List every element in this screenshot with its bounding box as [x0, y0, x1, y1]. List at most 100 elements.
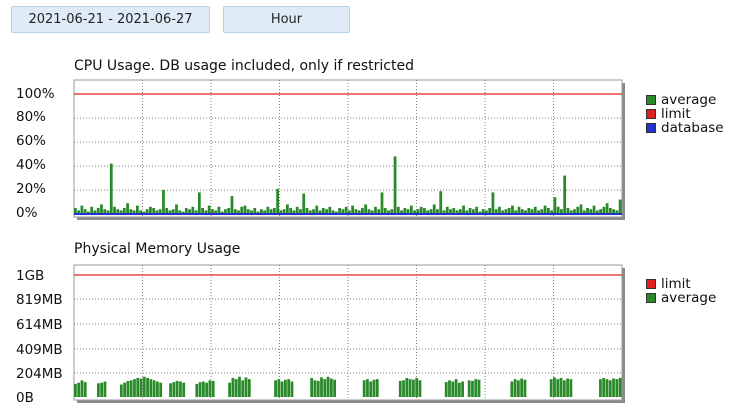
average-bar [182, 382, 186, 397]
memory-tick-label: 0B [16, 390, 34, 406]
legend-label: average [661, 290, 717, 306]
average-bar [448, 380, 451, 397]
granularity-button[interactable]: Hour [223, 6, 350, 33]
average-bar [533, 206, 537, 214]
average-bar [109, 163, 113, 214]
average-bar [380, 192, 384, 214]
average-bar [172, 382, 176, 397]
average-bar [139, 378, 143, 397]
legend-item-average: average [646, 291, 716, 305]
average-swatch [646, 293, 656, 303]
average-bar [302, 193, 306, 214]
average-bar [602, 206, 606, 214]
average-bar [333, 379, 337, 397]
average-bar [207, 205, 211, 214]
average-bar [152, 380, 156, 397]
average-bar [405, 377, 409, 397]
average-bar [77, 382, 81, 397]
average-bar [238, 376, 241, 397]
average-bar [159, 382, 163, 397]
average-bar [149, 206, 152, 214]
memory-chart-title: Physical Memory Usage [74, 241, 241, 257]
average-bar [398, 380, 402, 397]
average-bar [231, 377, 235, 397]
average-bar [599, 379, 602, 397]
average-bar [295, 206, 299, 214]
average-bar [113, 206, 116, 214]
average-bar [579, 204, 583, 214]
average-bar [90, 206, 94, 214]
average-bar [198, 382, 202, 397]
average-bar [364, 204, 368, 214]
average-bar [411, 379, 415, 397]
average-swatch [646, 95, 656, 105]
average-bar [244, 377, 248, 397]
average-bar [162, 190, 165, 214]
cpu-tick-label: 100% [16, 86, 55, 102]
average-bar [457, 382, 461, 397]
average-bar [393, 156, 397, 214]
average-bar [520, 378, 524, 397]
average-bar [608, 380, 612, 397]
average-bar [149, 379, 153, 397]
legend-item-database: database [646, 121, 724, 135]
average-bar [243, 205, 247, 214]
average-bar [230, 196, 234, 214]
legend-label: average [661, 92, 717, 108]
memory-tick-label: 1GB [16, 268, 45, 284]
average-bar [516, 380, 520, 397]
average-bar [208, 380, 212, 397]
average-bar [491, 192, 495, 214]
average-bar [477, 379, 481, 397]
average-bar [618, 199, 622, 214]
date-range-label: 2021-06-21 - 2021-06-27 [28, 12, 193, 27]
average-bar [432, 204, 436, 214]
average-bar [351, 205, 355, 214]
memory-tick-label: 614MB [16, 317, 63, 333]
average-bar [471, 380, 474, 397]
average-bar [553, 377, 556, 397]
average-bar [362, 380, 366, 397]
legend-label: database [661, 120, 724, 136]
average-bar [498, 206, 501, 214]
average-bar [169, 383, 172, 397]
granularity-label: Hour [270, 12, 303, 27]
average-bar [195, 383, 199, 397]
average-bar [286, 204, 289, 214]
average-bar [197, 192, 201, 214]
average-bar [563, 175, 567, 214]
average-bar [462, 205, 465, 214]
average-bar [569, 379, 573, 397]
average-bar [287, 379, 291, 397]
average-bar [74, 383, 77, 397]
average-bar [156, 381, 159, 397]
average-bar [375, 379, 379, 397]
date-range-button[interactable]: 2021-06-21 - 2021-06-27 [11, 6, 210, 33]
average-bar [241, 380, 245, 397]
average-bar [409, 205, 413, 214]
average-bar [566, 378, 570, 397]
average-bar [191, 206, 195, 214]
legend-label: limit [661, 276, 691, 292]
average-bar [605, 379, 609, 397]
average-bar [549, 379, 553, 397]
memory-legend: limit average [646, 277, 716, 305]
average-bar [119, 384, 123, 397]
average-bar [96, 383, 100, 397]
average-bar [415, 377, 419, 397]
average-bar [556, 379, 560, 397]
cpu-tick-label: 0% [16, 205, 38, 221]
average-bar [205, 382, 209, 397]
average-bar [402, 380, 405, 397]
cpu-legend: average limit database [646, 93, 724, 135]
average-bar [461, 381, 464, 397]
average-bar [439, 191, 443, 214]
average-bar [562, 380, 566, 397]
average-bar [372, 379, 376, 397]
average-bar [228, 382, 232, 397]
average-bar [175, 204, 178, 214]
average-bar [326, 376, 330, 397]
limit-swatch [646, 109, 656, 119]
average-bar [511, 205, 514, 214]
average-bar [129, 380, 133, 397]
